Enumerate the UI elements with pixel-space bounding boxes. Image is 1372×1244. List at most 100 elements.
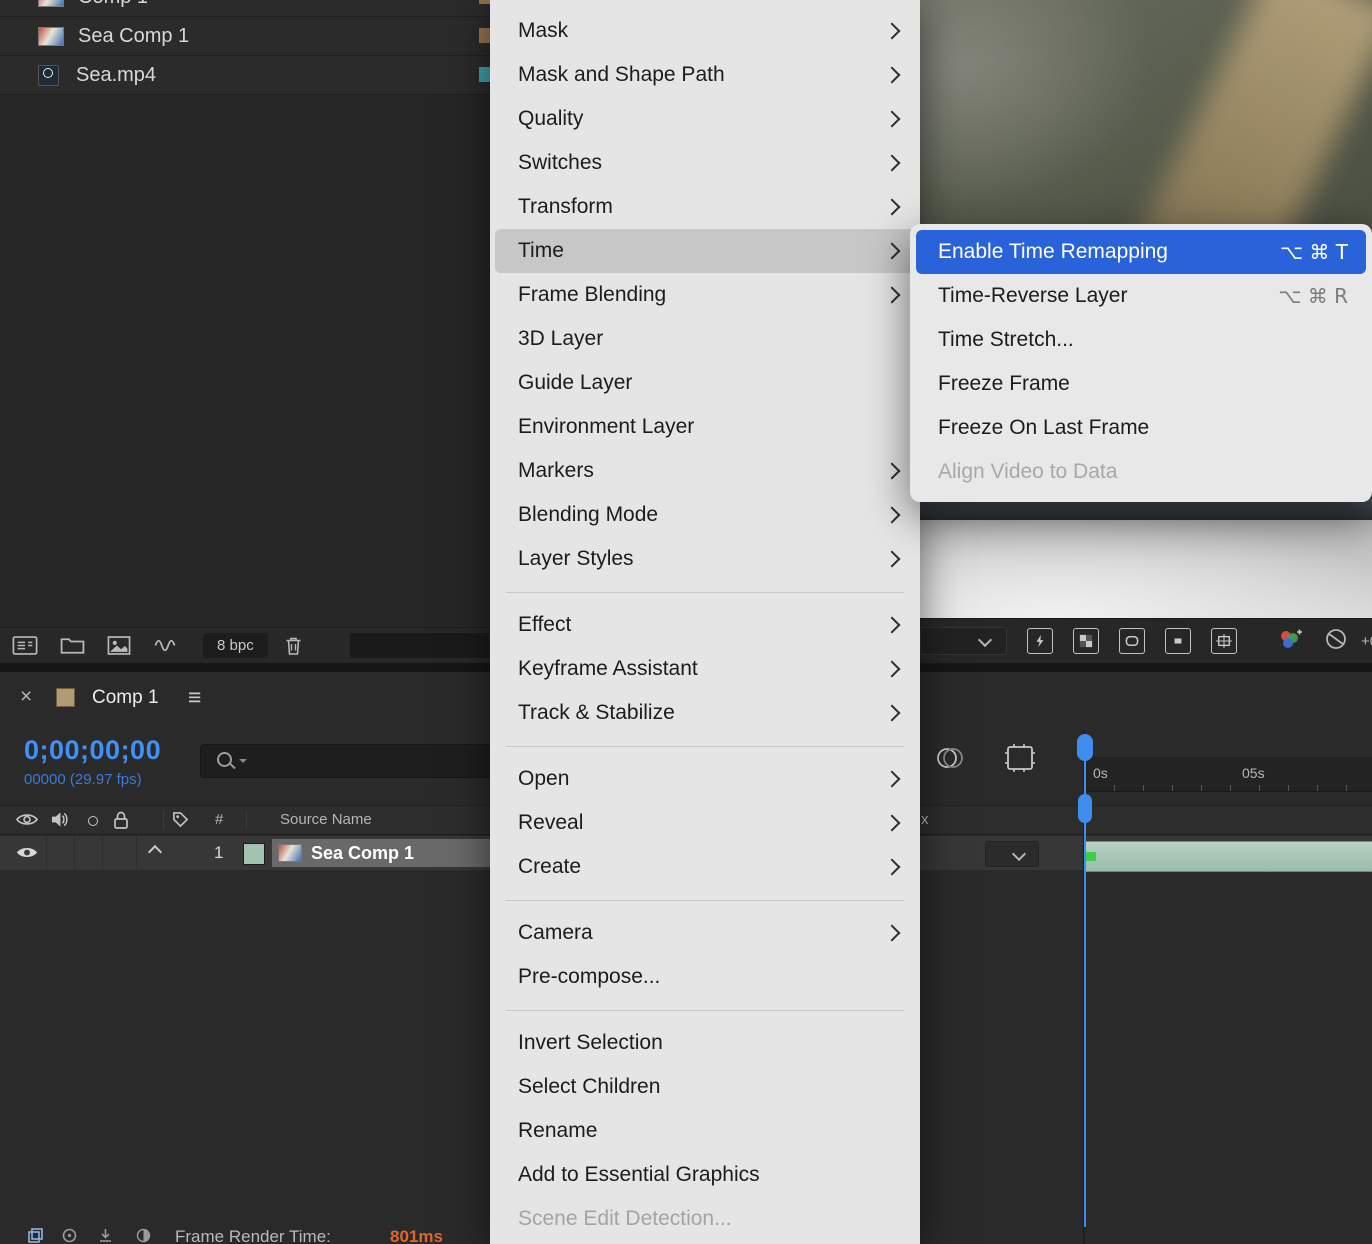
color-management-icon[interactable] bbox=[1277, 628, 1303, 655]
submenu-chevron-icon bbox=[883, 770, 901, 788]
submenu-chevron-icon bbox=[883, 66, 901, 84]
submenu-chevron-icon bbox=[883, 858, 901, 876]
transparency-grid-button[interactable] bbox=[1073, 628, 1099, 654]
bit-depth-button[interactable]: 8 bpc bbox=[203, 633, 268, 658]
vr-sphere-icon[interactable] bbox=[1325, 628, 1347, 655]
project-item-label: Sea Comp 1 bbox=[78, 24, 190, 47]
submenu-chevron-icon bbox=[883, 462, 901, 480]
column-number[interactable]: # bbox=[215, 811, 223, 828]
label-tag-icon[interactable] bbox=[172, 811, 189, 833]
submenu-item-time-stretch[interactable]: Time Stretch... bbox=[916, 318, 1366, 362]
download-frame-icon[interactable] bbox=[98, 1228, 113, 1244]
submenu-chevron-icon bbox=[883, 154, 901, 172]
project-item-label: Comp 1 bbox=[78, 0, 148, 9]
submenu-item-enable-time-remapping[interactable]: Enable Time Remapping ⌥ ⌘ T bbox=[916, 230, 1366, 274]
project-flowchart-icon[interactable] bbox=[12, 636, 38, 655]
submenu-item-freeze-frame[interactable]: Freeze Frame bbox=[916, 362, 1366, 406]
submenu-chevron-icon bbox=[883, 660, 901, 678]
project-panel: Comp 1 Sea Comp 1 Sea.mp4 8 bpc bbox=[0, 0, 490, 663]
menu-item-layer-styles[interactable]: Layer Styles bbox=[495, 537, 915, 581]
project-item-sea-mp4[interactable]: Sea.mp4 bbox=[0, 56, 490, 95]
menu-item-transform[interactable]: Transform bbox=[495, 185, 915, 229]
menu-item-reveal[interactable]: Reveal bbox=[495, 801, 915, 845]
render-time-label: Frame Render Time: bbox=[175, 1227, 331, 1244]
menu-item-environment-layer[interactable]: Environment Layer bbox=[495, 405, 915, 449]
timeline-search-input[interactable] bbox=[200, 744, 512, 778]
submenu-chevron-icon bbox=[883, 616, 901, 634]
mask-visibility-button[interactable] bbox=[1119, 628, 1145, 654]
submenu-chevron-icon bbox=[883, 286, 901, 304]
new-folder-icon[interactable] bbox=[60, 636, 85, 655]
search-options-caret-icon bbox=[239, 759, 247, 767]
exposure-value[interactable]: +0 bbox=[1361, 633, 1372, 650]
label-color-chip[interactable] bbox=[479, 0, 490, 4]
menu-item-frame-blending[interactable]: Frame Blending bbox=[495, 273, 915, 317]
motion-blur-toggle-icon[interactable] bbox=[935, 745, 965, 776]
search-icon bbox=[217, 752, 232, 767]
parent-link-dropdown[interactable] bbox=[985, 841, 1039, 867]
panel-resize-groove[interactable] bbox=[350, 633, 489, 658]
comp-tab-swatch bbox=[56, 688, 75, 707]
fast-previews-button[interactable] bbox=[1027, 628, 1053, 654]
menu-item-keyframe-assistant[interactable]: Keyframe Assistant bbox=[495, 647, 915, 691]
new-composition-icon[interactable] bbox=[107, 636, 131, 655]
column-source-name[interactable]: Source Name bbox=[280, 811, 372, 828]
expand-layers-icon[interactable] bbox=[28, 1228, 43, 1244]
menu-item-invert-selection[interactable]: Invert Selection bbox=[495, 1021, 915, 1065]
region-of-interest-button[interactable] bbox=[1165, 628, 1191, 654]
render-cycle-icon[interactable] bbox=[62, 1228, 77, 1244]
menu-item-quality[interactable]: Quality bbox=[495, 97, 915, 141]
time-ruler[interactable]: 0s 05s bbox=[1085, 757, 1372, 792]
audio-speaker-icon[interactable] bbox=[50, 811, 69, 833]
layer-expand-chevron-icon[interactable] bbox=[147, 844, 163, 860]
menu-item-markers[interactable]: Markers bbox=[495, 449, 915, 493]
project-item-comp-1[interactable]: Comp 1 bbox=[0, 0, 490, 17]
menu-item-open[interactable]: Open bbox=[495, 757, 915, 801]
menu-item-pre-compose[interactable]: Pre-compose... bbox=[495, 955, 915, 999]
menu-item-switches[interactable]: Switches bbox=[495, 141, 915, 185]
in-point-marker[interactable] bbox=[1086, 852, 1096, 861]
menu-item-mask[interactable]: Mask bbox=[495, 9, 915, 53]
lock-icon[interactable] bbox=[114, 811, 128, 834]
safe-margins-button[interactable] bbox=[1211, 628, 1237, 654]
current-timecode[interactable]: 0;00;00;00 bbox=[24, 735, 161, 766]
graph-editor-icon[interactable] bbox=[1004, 743, 1036, 778]
menu-item-effect[interactable]: Effect bbox=[495, 603, 915, 647]
menu-item-guide-layer[interactable]: Guide Layer bbox=[495, 361, 915, 405]
menu-item-time[interactable]: Time bbox=[495, 229, 915, 273]
close-tab-icon[interactable]: × bbox=[20, 685, 32, 709]
panel-menu-icon[interactable]: ≡ bbox=[188, 684, 201, 711]
submenu-item-time-reverse-layer[interactable]: Time-Reverse Layer ⌥ ⌘ R bbox=[916, 274, 1366, 318]
menu-item-blending-mode[interactable]: Blending Mode bbox=[495, 493, 915, 537]
comp-tab-title[interactable]: Comp 1 bbox=[92, 687, 159, 709]
interpret-footage-icon[interactable] bbox=[153, 637, 177, 654]
label-color-chip[interactable] bbox=[479, 28, 490, 43]
menu-item-create[interactable]: Create bbox=[495, 845, 915, 889]
menu-item-camera[interactable]: Camera bbox=[495, 911, 915, 955]
label-color-chip[interactable] bbox=[479, 67, 490, 82]
magnification-dropdown[interactable] bbox=[920, 627, 1007, 655]
layer-color-swatch[interactable] bbox=[243, 843, 265, 865]
submenu-item-freeze-on-last-frame[interactable]: Freeze On Last Frame bbox=[916, 406, 1366, 450]
layer-duration-bar[interactable] bbox=[1085, 841, 1372, 872]
playhead-ruler-handle[interactable] bbox=[1078, 794, 1092, 823]
submenu-chevron-icon bbox=[883, 704, 901, 722]
trash-icon[interactable] bbox=[284, 636, 303, 656]
viewer-toolbar: +0 bbox=[920, 618, 1372, 664]
menu-item-add-to-essential-graphics[interactable]: Add to Essential Graphics bbox=[495, 1153, 915, 1197]
half-circle-icon[interactable] bbox=[136, 1228, 151, 1244]
layer-visibility-eye-icon[interactable] bbox=[16, 845, 38, 865]
menu-item-rename[interactable]: Rename bbox=[495, 1109, 915, 1153]
menu-item-select-children[interactable]: Select Children bbox=[495, 1065, 915, 1109]
solo-icon[interactable] bbox=[88, 816, 98, 826]
playhead-handle[interactable] bbox=[1077, 734, 1093, 761]
render-time-value: 801ms bbox=[390, 1227, 443, 1244]
menu-item-3d-layer[interactable]: 3D Layer bbox=[495, 317, 915, 361]
menu-item-mask-and-shape-path[interactable]: Mask and Shape Path bbox=[495, 53, 915, 97]
video-eye-icon[interactable] bbox=[15, 812, 39, 832]
shortcut-label: ⌥ ⌘ T bbox=[1280, 240, 1348, 264]
submenu-chevron-icon bbox=[883, 110, 901, 128]
time-submenu: Enable Time Remapping ⌥ ⌘ T Time-Reverse… bbox=[910, 224, 1372, 502]
menu-item-track-stabilize[interactable]: Track & Stabilize bbox=[495, 691, 915, 735]
project-item-sea-comp-1[interactable]: Sea Comp 1 bbox=[0, 17, 490, 56]
